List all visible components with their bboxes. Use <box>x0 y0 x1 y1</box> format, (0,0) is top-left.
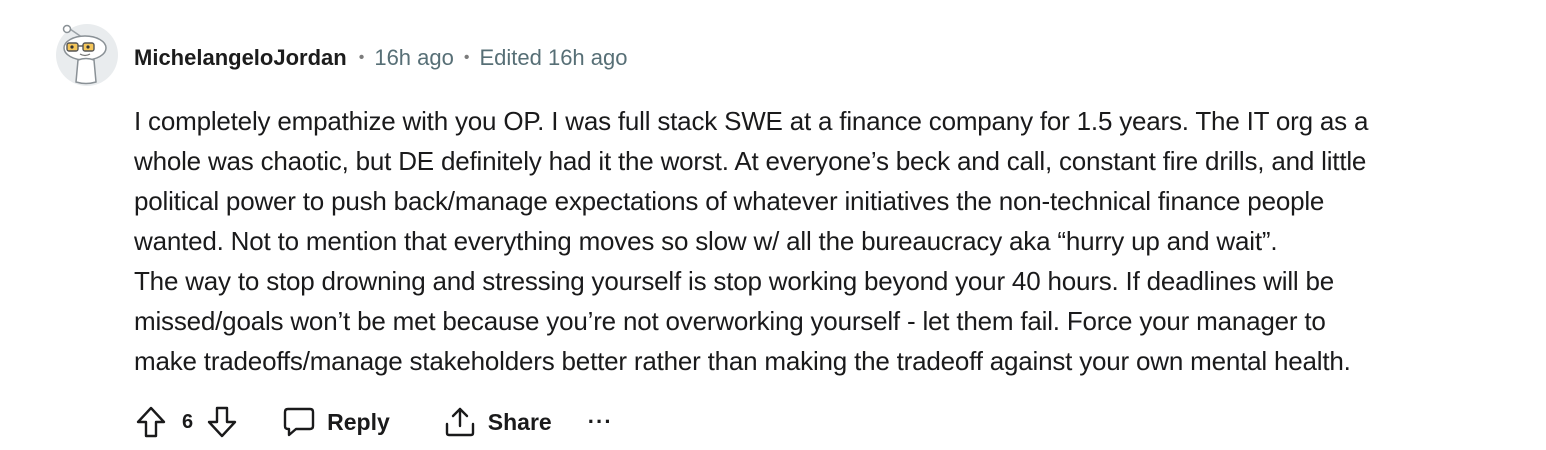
comment-text-line: make tradeoffs/manage stakeholders bette… <box>134 346 1351 376</box>
comment-text-line: political power to push back/manage expe… <box>134 186 1325 216</box>
more-options-button[interactable]: ··· <box>588 409 613 435</box>
avatar[interactable] <box>56 24 118 86</box>
comment-body: I completely empathize with you OP. I wa… <box>134 101 1546 381</box>
post-timestamp[interactable]: 16h ago <box>374 45 454 71</box>
comment-text-line: whole was chaotic, but DE definitely had… <box>134 146 1367 176</box>
share-button[interactable]: Share <box>444 402 552 442</box>
snoo-avatar-icon <box>56 24 118 86</box>
comment-text-line: missed/goals won’t be met because you’re… <box>134 306 1326 336</box>
upvote-icon <box>136 406 166 438</box>
meta-separator: • <box>463 49 470 66</box>
vote-score: 6 <box>182 410 194 433</box>
reply-label: Reply <box>327 408 390 435</box>
comment-text-line: wanted. Not to mention that everything m… <box>134 226 1278 256</box>
downvote-icon <box>207 406 237 438</box>
upvote-button[interactable] <box>134 405 168 439</box>
reply-button[interactable]: Reply <box>283 402 390 442</box>
downvote-button[interactable] <box>205 405 239 439</box>
comment-text-line: The way to stop drowning and stressing y… <box>134 266 1335 296</box>
share-icon <box>445 407 474 437</box>
username-link[interactable]: MichelangeloJordan <box>134 45 347 71</box>
speech-bubble-icon <box>283 407 315 437</box>
comment: MichelangeloJordan • 16h ago • Edited 16… <box>0 0 1546 450</box>
comment-meta: MichelangeloJordan • 16h ago • Edited 16… <box>134 44 628 72</box>
edited-timestamp: Edited 16h ago <box>479 45 628 70</box>
share-label: Share <box>487 408 552 435</box>
comment-text-line: I completely empathize with you OP. I wa… <box>134 106 1369 136</box>
comment-actions: 6 Reply Share ··· <box>134 400 613 444</box>
meta-separator: • <box>358 49 365 66</box>
